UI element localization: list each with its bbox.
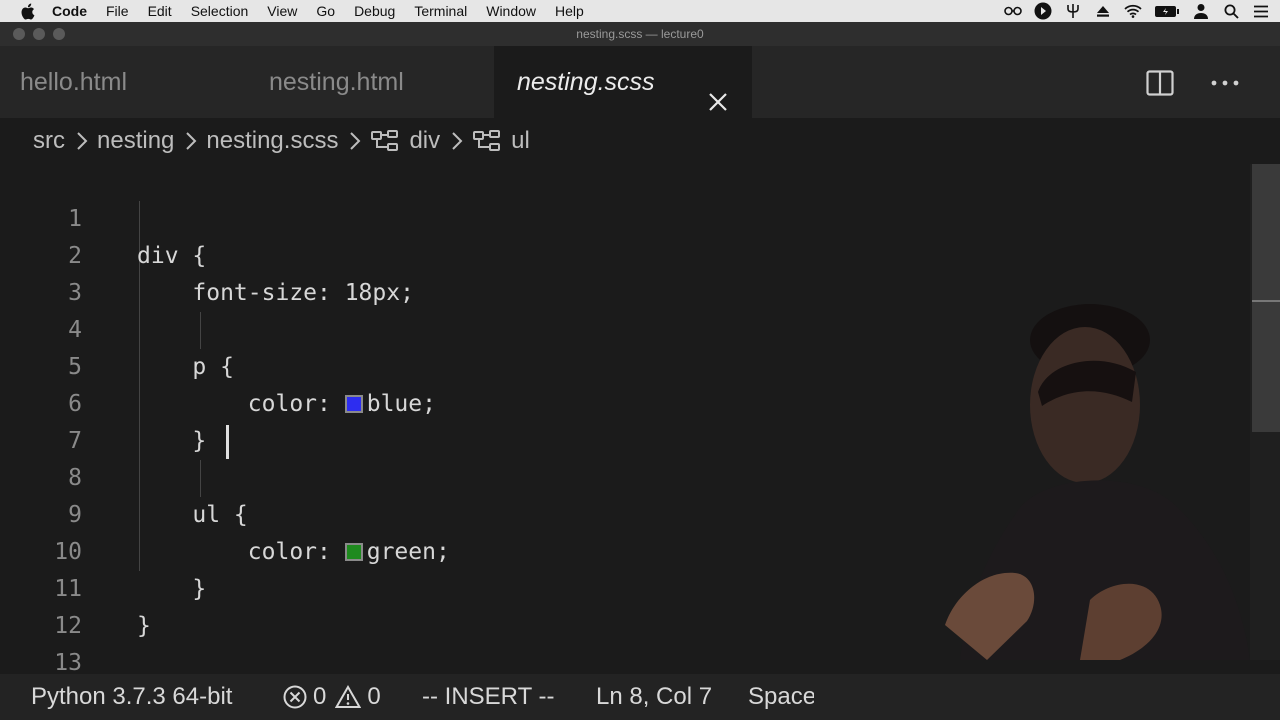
- apple-icon[interactable]: [20, 3, 38, 20]
- code-line[interactable]: 3: [0, 238, 1250, 306]
- text-cursor: [226, 425, 229, 459]
- window-title: nesting.scss — lecture0: [576, 27, 704, 41]
- menu-bar: Code File Edit Selection View Go Debug T…: [0, 0, 1280, 22]
- breadcrumb-item-nesting[interactable]: nesting: [97, 127, 174, 155]
- tab-label: hello.html: [20, 68, 127, 96]
- split-editor-icon[interactable]: [1145, 68, 1175, 98]
- breadcrumb-item-file[interactable]: nesting.scss: [206, 127, 338, 155]
- battery-icon[interactable]: [1154, 3, 1180, 19]
- breadcrumb-item-ul[interactable]: ul: [511, 127, 530, 155]
- menu-item-help[interactable]: Help: [555, 3, 584, 19]
- editor-scrollbar-thumb[interactable]: [1252, 164, 1280, 432]
- menu-item-view[interactable]: View: [267, 3, 297, 19]
- zoom-window-button[interactable]: [53, 28, 65, 40]
- play-circle-icon[interactable]: [1034, 2, 1052, 20]
- chevron-right-icon: [76, 130, 88, 152]
- python-interpreter-status[interactable]: Python 3.7.3 64-bit: [31, 674, 232, 720]
- error-count: 0: [313, 683, 327, 710]
- menu-item-selection[interactable]: Selection: [191, 3, 249, 19]
- menu-bar-status-area: [1004, 0, 1270, 22]
- tab-label: nesting.html: [269, 68, 404, 96]
- menu-item-code[interactable]: Code: [52, 3, 87, 19]
- symbol-structure-icon: [370, 129, 400, 153]
- chevron-right-icon: [185, 130, 197, 152]
- glasses-icon[interactable]: [1004, 3, 1022, 19]
- breadcrumb-item-div[interactable]: div: [409, 127, 440, 155]
- warning-icon: [335, 685, 362, 709]
- warning-count: 0: [367, 683, 381, 710]
- tab-hello-html[interactable]: hello.html: [0, 46, 244, 118]
- editor-tab-bar: hello.html nesting.html nesting.scss: [0, 46, 1280, 118]
- tab-nesting-html[interactable]: nesting.html: [244, 46, 494, 118]
- scrollbar-marker: [1252, 300, 1280, 302]
- status-bar: Python 3.7.3 64-bit 0 0 -- INSERT -- Ln …: [0, 674, 1280, 720]
- instructor-video-overlay: [920, 300, 1250, 660]
- menu-item-window[interactable]: Window: [486, 3, 536, 19]
- eject-icon[interactable]: [1094, 3, 1112, 19]
- minimize-window-button[interactable]: [33, 28, 45, 40]
- wifi-icon[interactable]: [1124, 3, 1142, 19]
- menu-item-debug[interactable]: Debug: [354, 3, 395, 19]
- indentation-status[interactable]: Spaces: [748, 674, 814, 720]
- user-icon[interactable]: [1192, 3, 1210, 19]
- close-icon[interactable]: [706, 70, 730, 111]
- chevron-right-icon: [349, 130, 361, 152]
- search-icon[interactable]: [1222, 3, 1240, 19]
- menu-item-file[interactable]: File: [106, 3, 129, 19]
- code-line[interactable]: 1 div {: [0, 164, 1250, 269]
- breadcrumb: src nesting nesting.scss div ul: [0, 118, 1280, 164]
- cursor-position-status[interactable]: Ln 8, Col 7: [596, 674, 712, 720]
- close-window-button[interactable]: [13, 28, 25, 40]
- pitchfork-icon[interactable]: [1064, 3, 1082, 19]
- vim-mode-status: -- INSERT --: [422, 683, 555, 710]
- more-actions-icon[interactable]: [1210, 68, 1240, 98]
- chevron-right-icon: [451, 130, 463, 152]
- problems-status[interactable]: 0 0: [283, 674, 381, 720]
- menu-item-go[interactable]: Go: [316, 3, 335, 19]
- error-icon: [283, 685, 307, 709]
- window-title-bar: nesting.scss — lecture0: [0, 22, 1280, 46]
- breadcrumb-item-src[interactable]: src: [33, 127, 65, 155]
- window-controls: [13, 28, 65, 40]
- tab-nesting-scss[interactable]: nesting.scss: [494, 46, 752, 118]
- menu-item-edit[interactable]: Edit: [148, 3, 172, 19]
- tab-label: nesting.scss: [517, 68, 655, 96]
- list-icon[interactable]: [1252, 3, 1270, 19]
- code-line[interactable]: 2 font-size: 18px;: [0, 201, 1250, 306]
- menu-item-terminal[interactable]: Terminal: [414, 3, 467, 19]
- symbol-structure-icon: [472, 129, 502, 153]
